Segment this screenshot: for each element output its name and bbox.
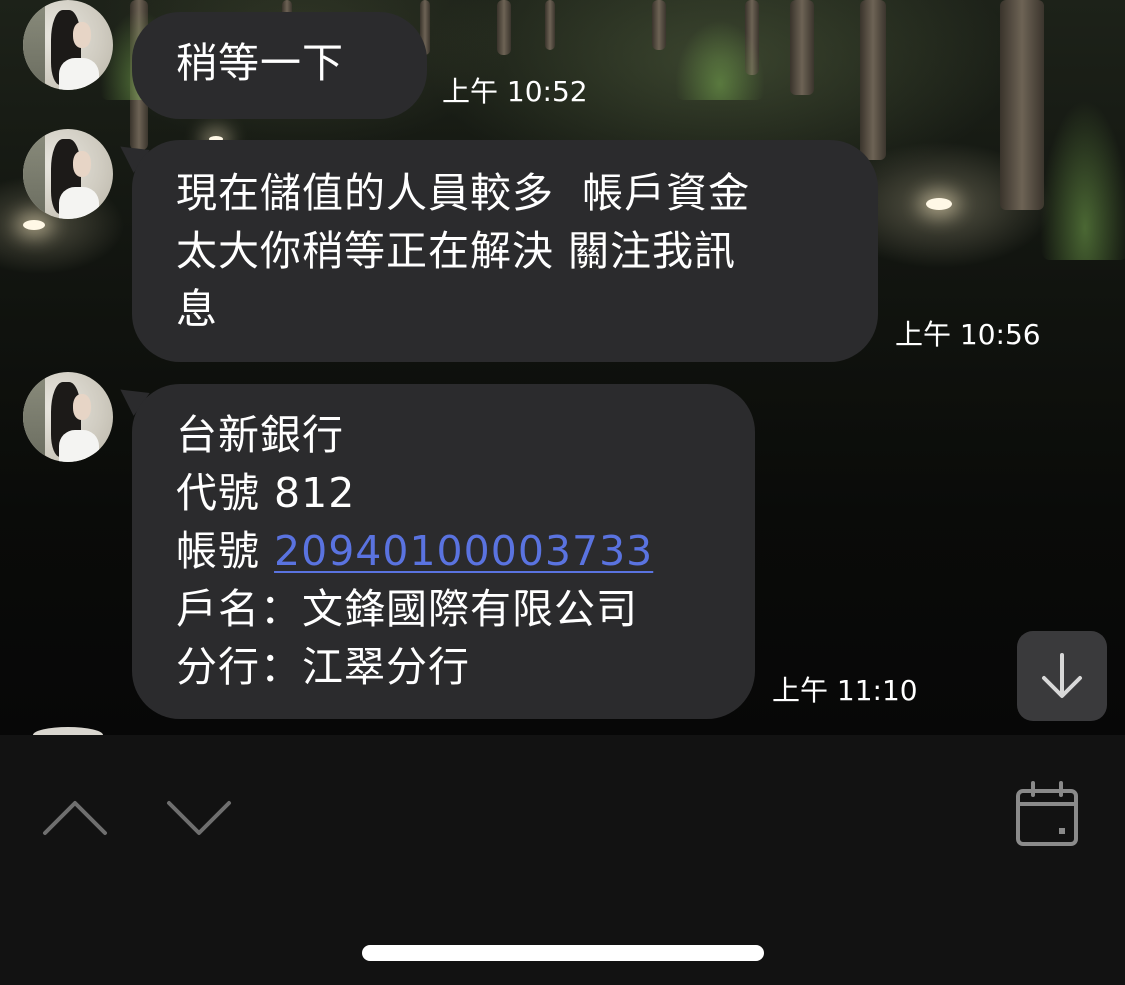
- message-bubble[interactable]: 稍等一下: [132, 12, 427, 119]
- background-tree: [790, 0, 814, 95]
- sender-avatar[interactable]: [23, 372, 113, 462]
- chevron-up-icon: [43, 801, 107, 835]
- background-tree: [1000, 0, 1044, 210]
- chevron-down-icon: [167, 801, 231, 835]
- calendar-icon: [1016, 781, 1078, 846]
- message-bubble[interactable]: 現在儲值的人員較多 帳戶資金 太大你稍等正在解決 關注我訊 息: [132, 140, 878, 362]
- background-tree: [652, 0, 666, 50]
- account-label: 帳號: [176, 527, 275, 575]
- message-time: 上午 10:56: [895, 318, 1041, 351]
- background-plant: [1040, 100, 1125, 260]
- calendar-button[interactable]: [1012, 780, 1082, 850]
- background-plant: [675, 20, 765, 100]
- background-tree: [860, 0, 886, 160]
- message-text: 息: [176, 285, 218, 333]
- arrow-down-icon: [1042, 653, 1082, 698]
- bank-name-line: 台新銀行: [176, 411, 344, 459]
- background-tree: [545, 0, 555, 50]
- sender-avatar[interactable]: [23, 129, 113, 219]
- message-text: 太大你稍等正在解決 關注我訊: [176, 227, 737, 275]
- message-text: 現在儲值的人員較多 帳戶資金: [176, 169, 751, 217]
- message-time: 上午 11:10: [772, 674, 918, 707]
- message-time: 上午 10:52: [442, 75, 588, 108]
- branch-line: 分行：江翠分行: [176, 643, 470, 691]
- account-holder-line: 戶名：文鋒國際有限公司: [176, 585, 638, 633]
- account-line: 帳號 20940100003733: [176, 522, 755, 580]
- account-number-link[interactable]: 20940100003733: [274, 527, 653, 575]
- background-lamp: [23, 220, 45, 230]
- background-tree: [497, 0, 511, 55]
- message-bubble[interactable]: 台新銀行 代號 812 帳號 20940100003733 戶名：文鋒國際有限公…: [132, 384, 755, 719]
- background-lamp: [926, 198, 952, 210]
- sender-avatar[interactable]: [23, 0, 113, 90]
- message-text: 稍等一下: [176, 39, 344, 87]
- previous-result-button[interactable]: [40, 793, 110, 843]
- home-indicator[interactable]: [362, 945, 764, 961]
- chat-screen: 稍等一下 上午 10:52 現在儲值的人員較多 帳戶資金 太大你稍等正在解決 關…: [0, 0, 1125, 985]
- next-result-button[interactable]: [164, 793, 234, 843]
- scroll-to-bottom-button[interactable]: [1017, 631, 1107, 721]
- bank-code-line: 代號 812: [176, 469, 356, 517]
